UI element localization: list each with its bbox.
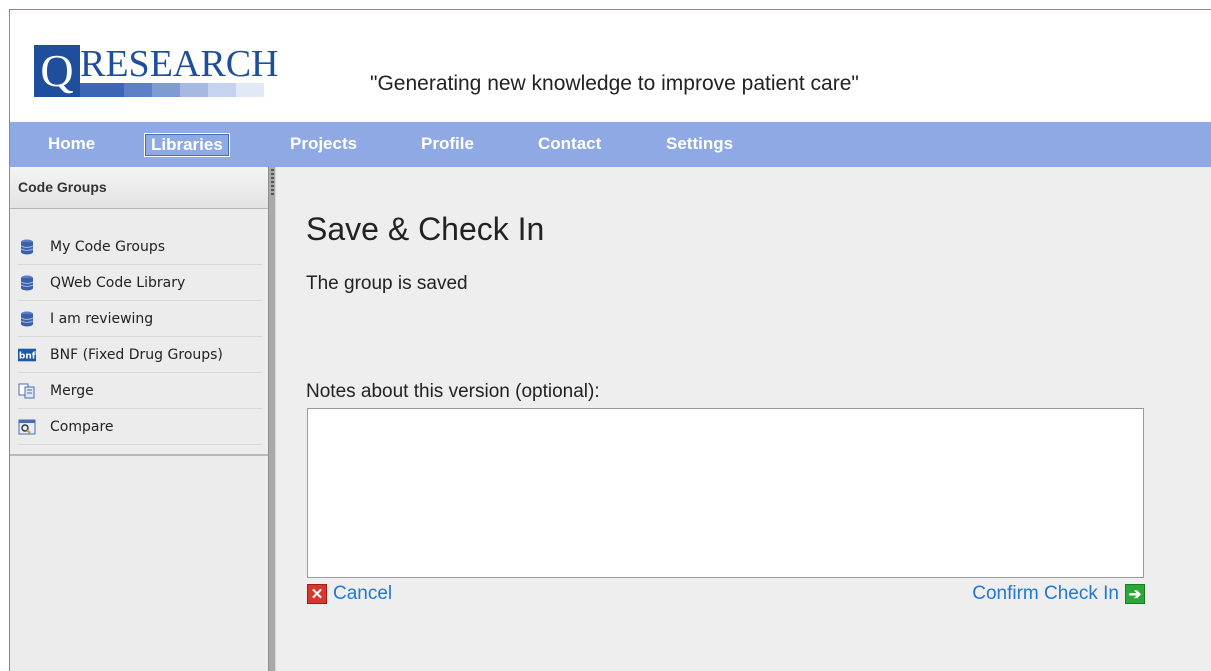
- sidebar-title: Code Groups: [10, 167, 270, 209]
- bnf-icon: bnf: [18, 347, 36, 363]
- nav-libraries[interactable]: Libraries: [144, 133, 230, 157]
- logo-text: RESEARCH: [80, 43, 279, 85]
- nav-home[interactable]: Home: [48, 133, 95, 157]
- sidebar: Code Groups My Code Groups QWeb Code Lib…: [10, 167, 270, 671]
- merge-icon: [18, 383, 36, 399]
- confirm-check-in-button[interactable]: Confirm Check In ➔: [972, 583, 1145, 605]
- sidebar-item-label: QWeb Code Library: [50, 274, 186, 291]
- main-navigation: Home Libraries Projects Profile Contact …: [10, 122, 1211, 167]
- sidebar-item-label: BNF (Fixed Drug Groups): [50, 346, 223, 363]
- sidebar-list: My Code Groups QWeb Code Library I am re…: [10, 209, 270, 456]
- arrow-right-icon: ➔: [1125, 584, 1145, 604]
- sidebar-item-compare[interactable]: Compare: [18, 409, 262, 445]
- tagline: "Generating new knowledge to improve pat…: [370, 72, 859, 95]
- sidebar-item-my-code-groups[interactable]: My Code Groups: [18, 229, 262, 265]
- nav-settings[interactable]: Settings: [666, 133, 733, 157]
- page-title: Save & Check In: [306, 211, 545, 247]
- sidebar-splitter[interactable]: [268, 167, 276, 671]
- svg-text:bnf: bnf: [19, 351, 36, 361]
- database-icon: [18, 311, 36, 327]
- nav-projects[interactable]: Projects: [290, 133, 357, 157]
- sidebar-item-i-am-reviewing[interactable]: I am reviewing: [18, 301, 262, 337]
- sidebar-item-bnf[interactable]: bnf BNF (Fixed Drug Groups): [18, 337, 262, 373]
- confirm-label: Confirm Check In: [972, 583, 1119, 604]
- sidebar-item-label: I am reviewing: [50, 310, 154, 327]
- cancel-label: Cancel: [333, 583, 393, 604]
- cancel-button[interactable]: ✕ Cancel: [307, 583, 392, 605]
- nav-contact[interactable]: Contact: [538, 133, 601, 157]
- main-content: Save & Check In The group is saved Notes…: [276, 167, 1211, 671]
- sidebar-item-label: My Code Groups: [50, 238, 166, 255]
- logo-letter: Q: [34, 45, 80, 97]
- saved-message: The group is saved: [306, 273, 468, 294]
- cancel-x-icon: ✕: [307, 584, 327, 604]
- sidebar-item-merge[interactable]: Merge: [18, 373, 262, 409]
- sidebar-item-qweb-code-library[interactable]: QWeb Code Library: [18, 265, 262, 301]
- notes-textarea[interactable]: [307, 408, 1144, 578]
- sidebar-item-label: Merge: [50, 382, 94, 399]
- database-icon: [18, 239, 36, 255]
- header: Q RESEARCH "Generating new knowledge to …: [10, 10, 1211, 122]
- logo-color-bar: [80, 83, 264, 97]
- app-frame: Q RESEARCH "Generating new knowledge to …: [9, 9, 1211, 671]
- sidebar-item-label: Compare: [50, 418, 114, 435]
- nav-profile[interactable]: Profile: [421, 133, 474, 157]
- qresearch-logo: Q RESEARCH: [34, 43, 324, 109]
- splitter-grip-icon[interactable]: [271, 169, 274, 195]
- notes-label: Notes about this version (optional):: [306, 381, 600, 402]
- database-icon: [18, 275, 36, 291]
- compare-icon: [18, 419, 36, 435]
